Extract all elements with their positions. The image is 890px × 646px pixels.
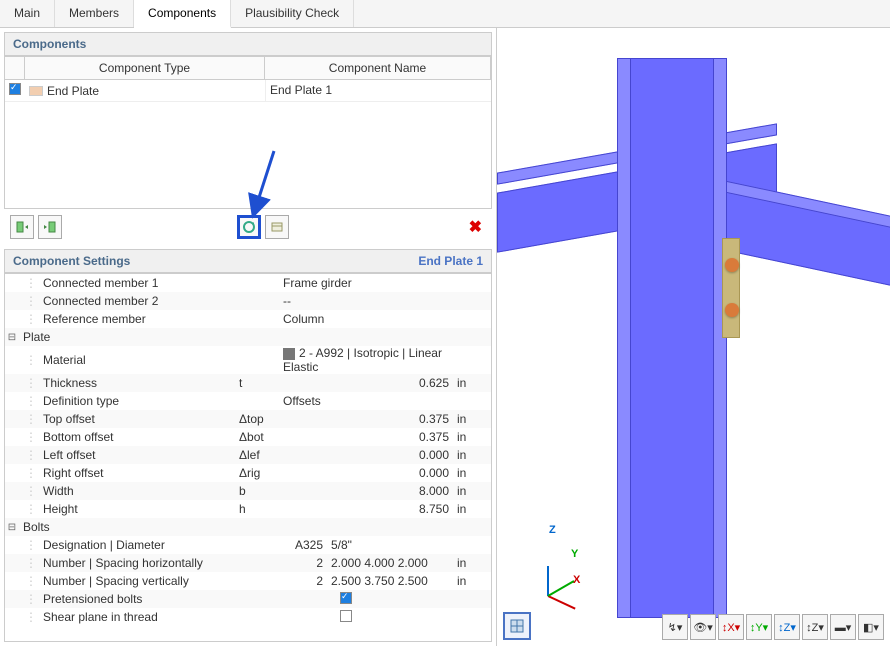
cube-view-button[interactable]: ◧▾ xyxy=(858,614,884,640)
row-checkbox[interactable] xyxy=(9,83,21,95)
row-type: End Plate xyxy=(47,84,99,98)
component-color-swatch xyxy=(29,86,43,96)
top-offset-value[interactable]: 0.375 xyxy=(283,412,453,426)
bolt-vert-spacing[interactable]: 2.500 3.750 2.500 xyxy=(331,574,428,588)
prop-connected2: Connected member 2 xyxy=(39,294,239,308)
view-mode-button[interactable] xyxy=(503,612,531,640)
thickness-value[interactable]: 0.625 xyxy=(283,376,453,390)
height-value[interactable]: 8.750 xyxy=(283,502,453,516)
render-mode-button[interactable]: ▬▾ xyxy=(830,614,856,640)
tab-main[interactable]: Main xyxy=(0,0,55,27)
view-eye-button[interactable]: 👁▾ xyxy=(690,614,716,640)
delete-button[interactable]: ✖ xyxy=(465,217,486,237)
library-button[interactable] xyxy=(265,215,289,239)
view-y-button[interactable]: ↕Y▾ xyxy=(746,614,772,640)
bolt-diameter[interactable]: 5/8" xyxy=(331,538,352,552)
components-table: Component Type Component Name End Plate … xyxy=(4,56,492,209)
bolt-icon xyxy=(725,258,739,272)
section-plate: Plate xyxy=(19,330,219,344)
expand-plate[interactable]: ⊟ xyxy=(5,332,19,343)
table-row[interactable]: End Plate End Plate 1 xyxy=(5,80,491,102)
view-x-button[interactable]: ↕X▾ xyxy=(718,614,744,640)
material-swatch xyxy=(283,348,295,360)
col-component-name: Component Name xyxy=(265,57,491,79)
view-z-button[interactable]: ↕Z▾ xyxy=(774,614,800,640)
axes-toggle-button[interactable]: ↯▾ xyxy=(662,614,688,640)
bolt-icon xyxy=(725,303,739,317)
prop-connected1: Connected member 1 xyxy=(39,276,239,290)
viewport-toolbar: ↯▾ 👁▾ ↕X▾ ↕Y▾ ↕Z▾ ↕Z▾ ▬▾ ◧▾ xyxy=(662,614,884,640)
section-bolts: Bolts xyxy=(19,520,219,534)
bolt-horiz-n[interactable]: 2 xyxy=(283,556,331,570)
view-iso-button[interactable]: ↕Z▾ xyxy=(802,614,828,640)
add-right-button[interactable] xyxy=(38,215,62,239)
bolt-horiz-spacing[interactable]: 2.000 4.000 2.000 xyxy=(331,556,428,570)
components-toolbar: ✖ xyxy=(4,211,492,243)
right-offset-value[interactable]: 0.000 xyxy=(283,466,453,480)
3d-viewport[interactable]: Z Y X ↯▾ 👁▾ ↕X▾ ↕Y▾ ↕Z▾ ↕Z▾ ▬▾ ◧▾ xyxy=(497,28,890,646)
prop-reference: Reference member xyxy=(39,312,239,326)
bot-offset-value[interactable]: 0.375 xyxy=(283,430,453,444)
tab-components[interactable]: Components xyxy=(134,0,231,28)
bolt-vert-n[interactable]: 2 xyxy=(283,574,331,588)
bolt-grade[interactable]: A325 xyxy=(283,538,331,552)
pretensioned-checkbox[interactable] xyxy=(340,592,352,604)
deftype-value[interactable]: Offsets xyxy=(283,394,453,408)
end-plate xyxy=(722,238,740,338)
refresh-component-button[interactable] xyxy=(237,215,261,239)
property-grid: ⋮Connected member 1Frame girder ⋮Connect… xyxy=(4,273,492,642)
width-value[interactable]: 8.000 xyxy=(283,484,453,498)
components-header: Components xyxy=(4,32,492,56)
col-component-type: Component Type xyxy=(25,57,265,79)
tab-bar: Main Members Components Plausibility Che… xyxy=(0,0,890,28)
material-value[interactable]: 2 - A992 | Isotropic | Linear Elastic xyxy=(283,346,442,374)
expand-bolts[interactable]: ⊟ xyxy=(5,522,19,533)
add-left-button[interactable] xyxy=(10,215,34,239)
row-name: End Plate 1 xyxy=(265,80,491,101)
left-offset-value[interactable]: 0.000 xyxy=(283,448,453,462)
settings-header: Component Settings End Plate 1 xyxy=(4,249,492,273)
tab-plausibility[interactable]: Plausibility Check xyxy=(231,0,354,27)
shear-checkbox[interactable] xyxy=(340,610,352,622)
settings-context: End Plate 1 xyxy=(418,254,483,268)
tab-members[interactable]: Members xyxy=(55,0,134,27)
